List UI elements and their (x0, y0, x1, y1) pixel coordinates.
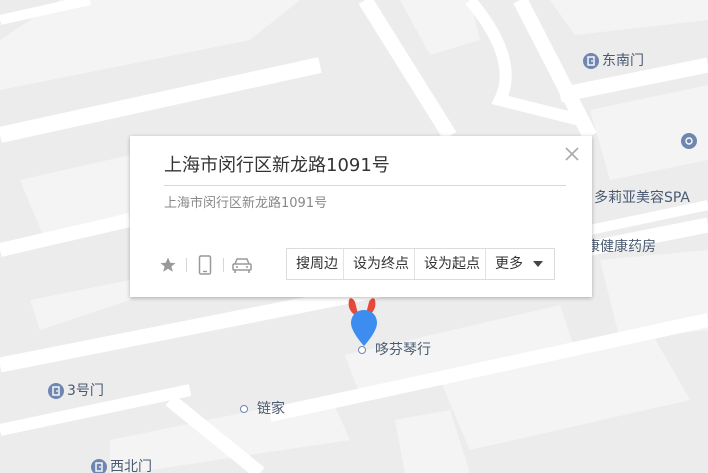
poi-partial-right[interactable] (681, 133, 700, 149)
poi-dot-icon (240, 405, 248, 413)
shop-icon (681, 133, 697, 149)
popup-quick-icons (156, 254, 254, 276)
icon-separator (186, 258, 187, 272)
search-nearby-button[interactable]: 搜周边 (287, 249, 343, 279)
poi-label: 康健康药房 (586, 239, 656, 255)
poi-dongnanmen[interactable]: 东南门 (583, 52, 644, 70)
poi-xibeimen[interactable]: 西北门 (91, 458, 152, 473)
close-icon[interactable] (564, 146, 580, 162)
popup-address: 上海市闵行区新龙路1091号 (164, 196, 328, 211)
popup-action-bar: 搜周边 设为终点 设为起点 更多 (286, 248, 555, 280)
icon-separator (223, 258, 224, 272)
poi-label: 东南门 (602, 53, 644, 69)
map-view[interactable]: 东南门 多莉亚美容SPA 康健康药房 哆芬琴行 3号门 链家 西北门 上海市闵行… (0, 0, 708, 473)
car-icon[interactable] (230, 254, 254, 276)
popup-divider (164, 185, 566, 186)
set-destination-button[interactable]: 设为终点 (343, 249, 414, 279)
poi-pharmacy[interactable]: 康健康药房 (586, 238, 656, 256)
poi-label: 西北门 (110, 459, 152, 473)
phone-icon[interactable] (193, 254, 217, 276)
more-label: 更多 (495, 256, 523, 272)
popup-title: 上海市闵行区新龙路1091号 (164, 155, 390, 176)
entrance-icon (48, 383, 64, 399)
set-origin-button[interactable]: 设为起点 (414, 249, 485, 279)
poi-duoliya[interactable]: 多莉亚美容SPA (594, 189, 690, 207)
poi-lianjia[interactable]: 链家 (240, 400, 285, 418)
poi-gate-3[interactable]: 3号门 (48, 382, 104, 400)
entrance-icon (583, 53, 599, 69)
location-marker-icon[interactable] (345, 294, 383, 352)
more-dropdown[interactable]: 更多 (485, 249, 554, 279)
poi-label: 多莉亚美容SPA (594, 190, 691, 206)
poi-label: 哆芬琴行 (375, 342, 431, 358)
poi-label: 链家 (257, 401, 285, 417)
caret-down-icon (533, 261, 543, 267)
star-icon[interactable] (156, 254, 180, 276)
location-popup: 上海市闵行区新龙路1091号 上海市闵行区新龙路1091号 搜周边 设为终点 设… (130, 136, 592, 297)
entrance-icon (91, 459, 107, 473)
poi-label: 3号门 (67, 383, 104, 399)
